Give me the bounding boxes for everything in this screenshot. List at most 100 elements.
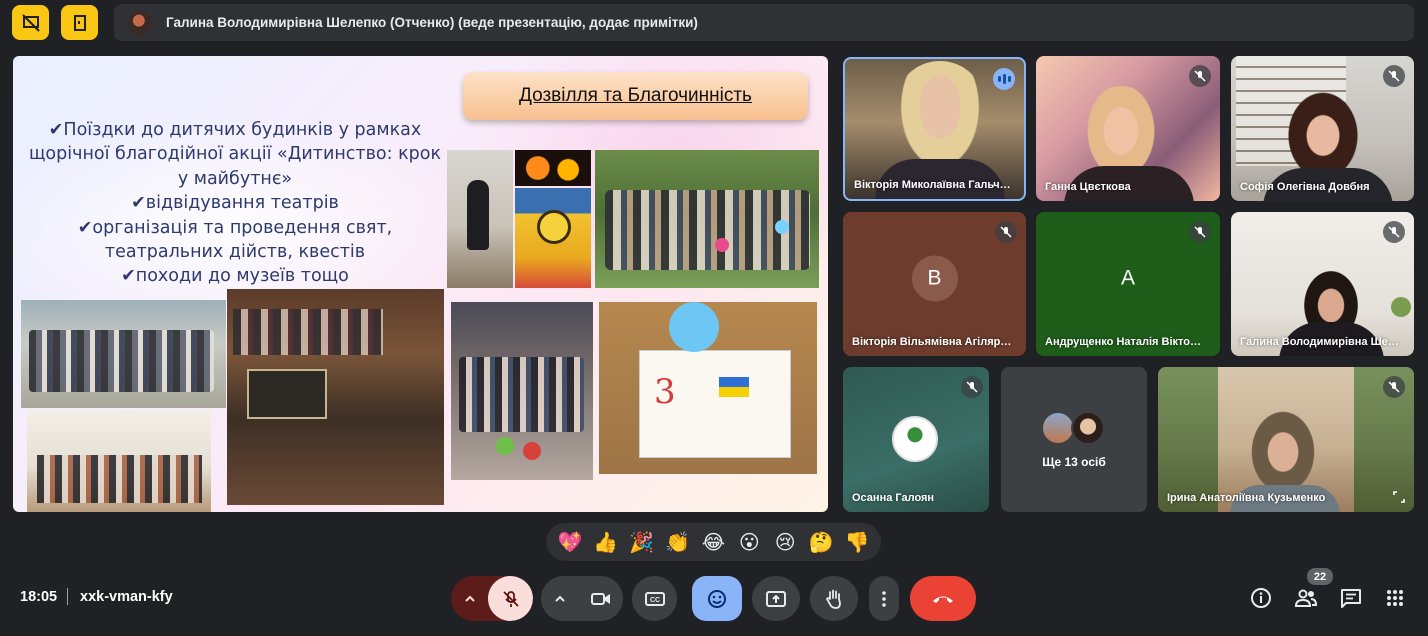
people-button[interactable] [1293,585,1319,611]
raise-hand-button[interactable] [810,576,858,621]
participant-name: Ірина Анатоліївна Кузьменко [1167,492,1326,504]
participant-tile[interactable]: Галина Володимирівна Ше… [1231,212,1414,356]
chevron-up-icon [554,595,565,602]
mic-options-button[interactable] [451,576,488,621]
video-camera-icon [590,592,610,605]
slide-photo-gallery-visitor [447,150,513,288]
participant-tile[interactable]: А Андрущенко Наталія Вікто… [1036,212,1220,356]
reaction-sparkling-heart[interactable]: 💖 [555,527,585,557]
mic-off-icon [1383,221,1405,243]
participant-name: Ганна Цвєткова [1045,181,1131,193]
participant-name: Вікторія Вільямівна Агіляр… [852,336,1012,348]
apps-grid-icon [1387,590,1403,606]
mic-toggle-button[interactable] [488,576,533,621]
slide-bullet: у майбутнє» [177,168,293,189]
overflow-avatar [1071,411,1105,445]
presenter-avatar [128,10,152,35]
reaction-surprised[interactable]: 😮 [734,527,764,557]
participant-tile[interactable]: Софія Олегівна Довбня [1231,56,1414,201]
chevron-up-icon [464,595,475,602]
slide-bullet: ✔організація та проведення свят, [77,217,393,238]
mic-off-icon [1383,376,1405,398]
slide-photo-bowling-group [451,302,593,480]
slide-title: Дозвілля та Благочинність [519,85,752,106]
more-participants-tile[interactable]: Ще 13 осіб [1001,367,1147,512]
overflow-avatar [1041,411,1075,445]
slide-photo-cat-figure [515,188,591,288]
slide-photo-group-zoo [21,300,226,408]
slide-bullet: театральних дійств, квестів [104,242,366,263]
camera-options-button[interactable] [541,576,578,621]
more-vert-icon [882,590,886,607]
mic-off-icon [995,221,1017,243]
reaction-clapping[interactable]: 👏 [663,527,693,557]
slide-photo-lanterns [515,150,591,186]
mic-off-icon [502,590,519,607]
closed-captions-icon: CC [644,591,665,606]
reaction-laughing[interactable]: 😂 [698,527,728,557]
participant-initial-avatar: В [911,255,958,302]
slide-photo-teachers-day-poster: 3 [599,302,817,474]
svg-text:CC: CC [649,597,659,604]
participant-tile[interactable]: Ірина Анатоліївна Кузьменко [1158,367,1414,512]
meeting-details-button[interactable] [1248,585,1274,611]
slide-bullet: ✔походи до музеїв тощо [121,266,349,287]
info-icon [1251,588,1271,608]
call-end-icon [933,596,953,603]
slide-bullet: щорічної благодійної акції «Дитинство: к… [28,144,442,165]
door-exit-icon [73,14,86,31]
reaction-thumbs-down[interactable]: 👎 [842,527,872,557]
mic-off-icon [1383,65,1405,87]
activities-button[interactable] [1382,585,1408,611]
reaction-sad[interactable]: 😢 [770,527,800,557]
reaction-party-popper[interactable]: 🎉 [627,527,657,557]
participant-name: Галина Володимирівна Ше… [1240,336,1399,348]
mic-off-icon [1189,65,1211,87]
slide-bullet-list: ✔Поїздки до дитячих будинків у рамках що… [25,118,445,289]
participant-tile[interactable]: Ганна Цвєткова [1036,56,1220,201]
present-to-all-icon [766,590,786,607]
people-count-badge: 22 [1307,568,1333,585]
slide-photo-theatre-interior [227,289,444,505]
presentation-off-icon [21,13,40,32]
participant-tile[interactable]: Осанна Галоян [843,367,989,512]
mic-off-icon [961,376,983,398]
participant-name: Софія Олегівна Довбня [1240,181,1370,193]
captions-button[interactable]: CC [632,576,677,621]
stop-presenting-button[interactable] [12,5,49,40]
emoji-reactions-button[interactable] [692,576,742,621]
more-options-button[interactable] [869,576,899,621]
presentation-slide: Дозвілля та Благочинність ✔Поїздки до ди… [13,56,828,512]
slide-photo-museum-hall [27,410,211,512]
chat-button[interactable] [1338,585,1364,611]
hand-icon [825,589,841,609]
slide-bullet: ✔Поїздки до дитячих будинків у рамках [48,120,422,140]
mic-control-group [451,576,533,621]
divider [67,588,68,605]
reaction-thumbs-up[interactable]: 👍 [591,527,621,557]
slide-title-box: Дозвілля та Благочинність [463,72,808,120]
leave-presentation-button[interactable] [61,5,98,40]
chat-icon [1341,589,1361,608]
participant-tile[interactable]: Вікторія Миколаївна Гальч… [843,57,1026,201]
reaction-thinking[interactable]: 🤔 [806,527,836,557]
participant-tile[interactable]: В Вікторія Вільямівна Агіляр… [843,212,1026,356]
participant-avatar [892,416,938,462]
slide-bullet: ✔відвідування театрів [131,193,339,214]
slide-photo-group-park-balloons [595,150,819,288]
camera-toggle-button[interactable] [578,576,623,621]
present-screen-button[interactable] [752,576,800,621]
mic-off-icon [1189,221,1211,243]
more-participants-label: Ще 13 осіб [1042,455,1106,469]
speaking-indicator-icon [993,68,1015,90]
smiley-icon [708,589,726,608]
camera-control-group [541,576,623,621]
pin-corner-icon[interactable] [1392,490,1406,504]
leave-call-button[interactable] [910,576,976,621]
presenter-banner: Галина Володимирівна Шелепко (Отченко) (… [114,4,1414,41]
meeting-time: 18:05 [20,589,58,605]
presenter-banner-text: Галина Володимирівна Шелепко (Отченко) (… [166,15,698,30]
people-icon [1294,589,1318,607]
reactions-bar: 💖 👍 🎉 👏 😂 😮 😢 🤔 👎 [546,523,881,561]
participant-name: Вікторія Миколаївна Гальч… [854,179,1011,191]
